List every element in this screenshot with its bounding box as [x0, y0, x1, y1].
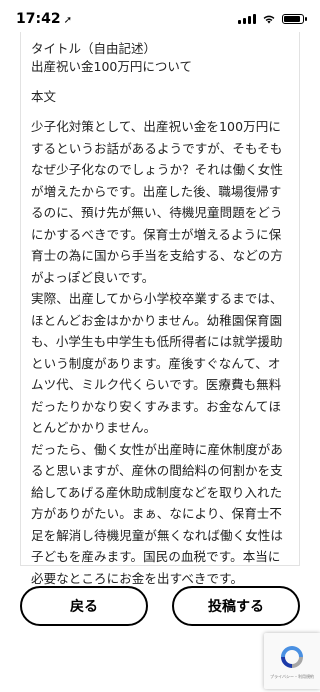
recaptcha-footer[interactable]: プライバシー・利用規約 [270, 674, 314, 680]
title-label: タイトル（自由記述） [31, 41, 157, 56]
submit-button[interactable]: 投稿する [172, 586, 300, 626]
back-button[interactable]: 戻る [20, 586, 148, 626]
time-text: 17:42 [16, 11, 61, 27]
recaptcha-badge[interactable]: プライバシー・利用規約 [264, 633, 320, 689]
wifi-icon [263, 15, 275, 24]
body-value: 少子化対策として、出産祝い金を100万円にするというお話があるようですが、そもそ… [31, 119, 284, 586]
status-time: 17:42 ➚ [16, 11, 72, 27]
status-icons [238, 14, 307, 24]
title-value: 出産祝い金100万円について [31, 59, 192, 74]
signal-icon [238, 14, 256, 24]
battery-icon [282, 14, 307, 24]
body-label: 本文 [31, 89, 57, 104]
post-preview-card: タイトル（自由記述） 出産祝い金100万円について 本文 少子化対策として、出産… [20, 32, 300, 586]
location-arrow-icon: ➚ [63, 15, 72, 26]
recaptcha-icon [281, 645, 303, 668]
